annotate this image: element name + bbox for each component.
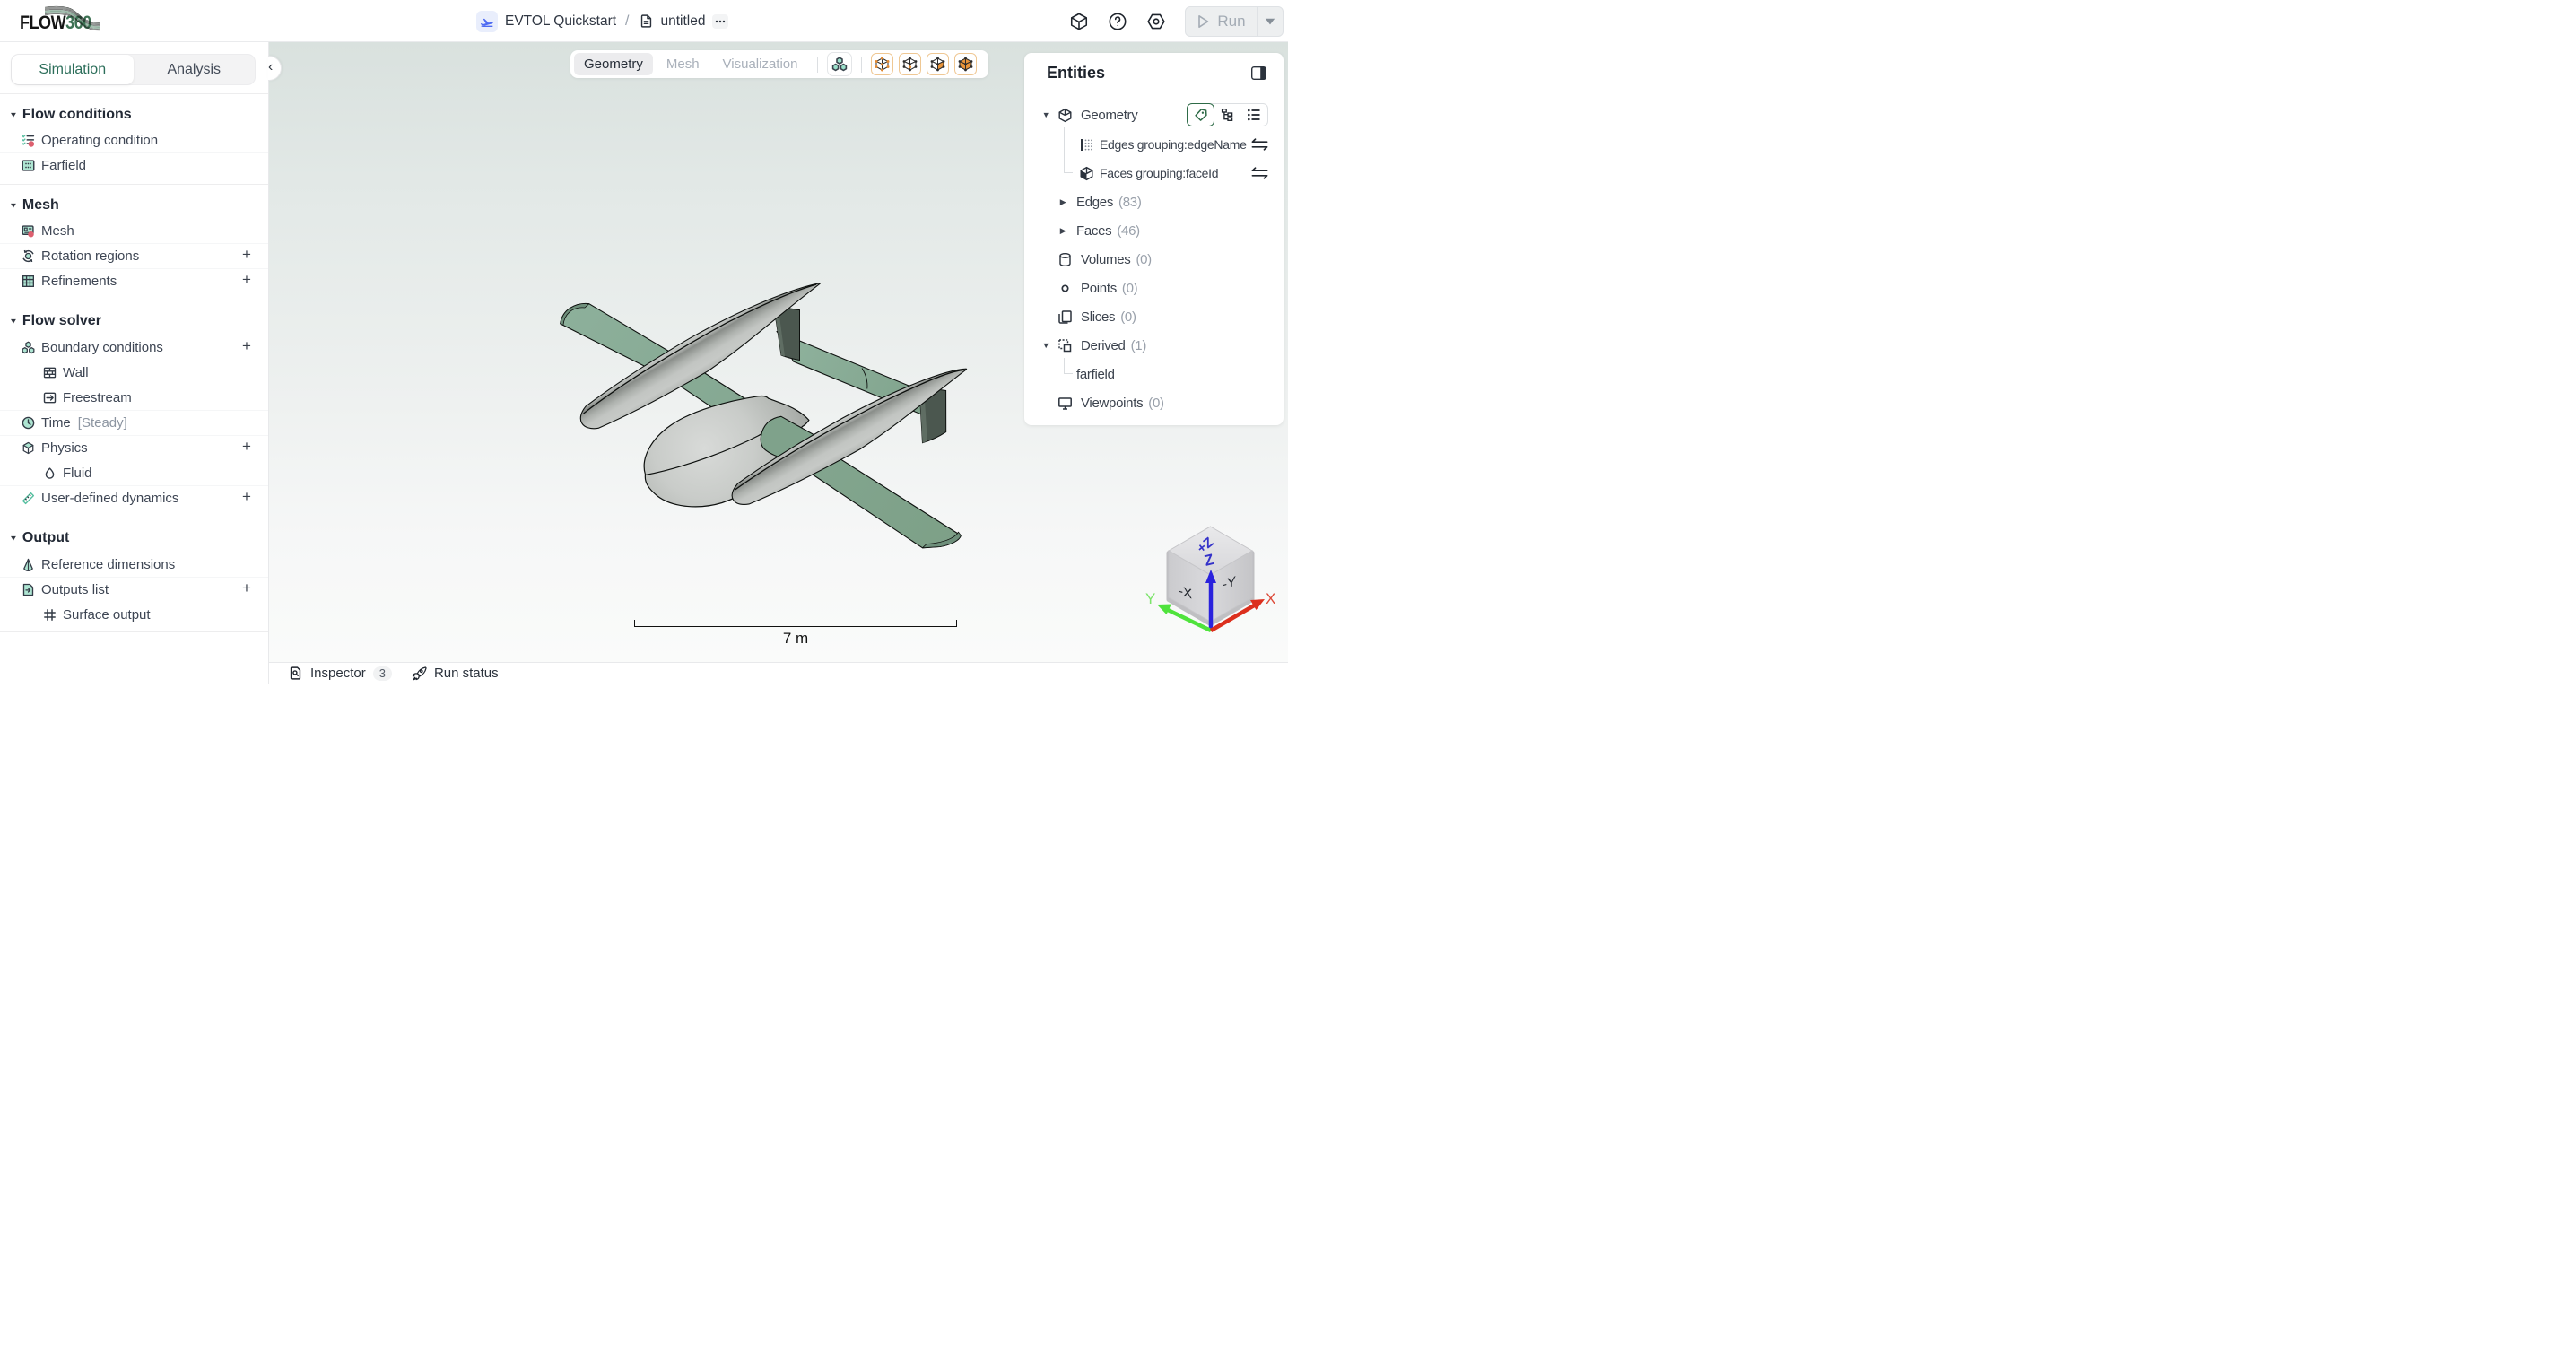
svg-text:Y: Y [1145,590,1155,607]
svg-text:X: X [1266,590,1275,607]
